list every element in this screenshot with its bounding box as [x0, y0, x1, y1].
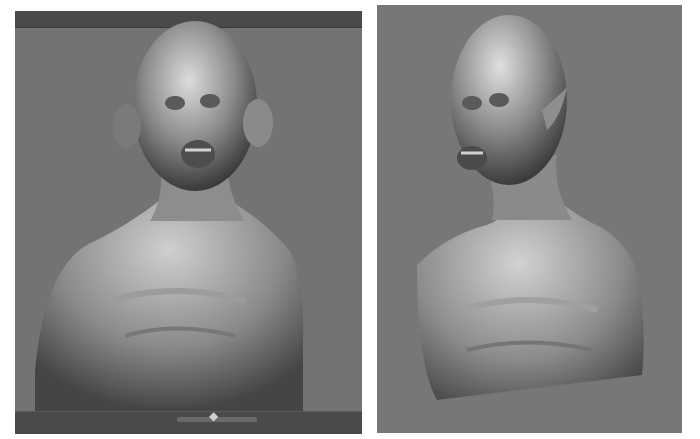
right-torso: [417, 190, 644, 400]
left-mouth: [181, 140, 215, 168]
right-eye-left: [462, 96, 482, 110]
right-sculpt-render: [417, 15, 644, 400]
left-viewport-statusbar[interactable]: ◆: [15, 409, 362, 434]
right-mouth: [457, 146, 487, 170]
left-ear-right: [243, 99, 273, 147]
left-viewport[interactable]: ◆: [15, 11, 362, 434]
left-ear-left: [113, 104, 141, 148]
timeline-marker-icon[interactable]: ◆: [209, 409, 218, 423]
left-eye-right: [200, 94, 220, 108]
left-sculpt-render: [35, 21, 304, 411]
left-eye-left: [165, 96, 185, 110]
right-eye-right: [489, 93, 509, 107]
right-viewport[interactable]: [377, 5, 682, 433]
